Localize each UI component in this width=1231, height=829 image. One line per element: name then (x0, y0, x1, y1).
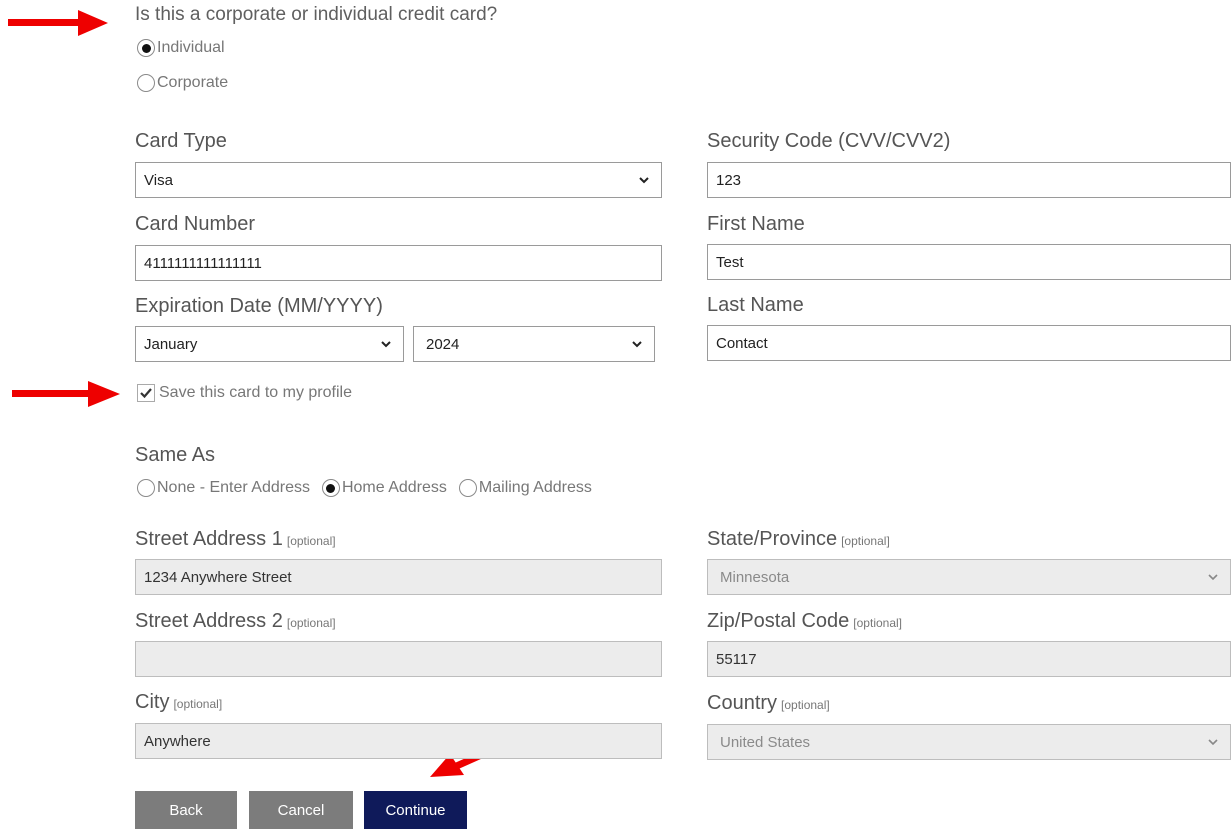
radio-corporate-label: Corporate (157, 74, 229, 91)
state-select[interactable]: Minnesota (707, 559, 1231, 595)
country-label-text: Country (707, 692, 778, 714)
optional-tag: [optional] (853, 616, 902, 630)
exp-year-select[interactable]: 2024 (413, 326, 655, 362)
cvv-label: Security Code (CVV/CVV2) (707, 130, 951, 152)
first-name-label: First Name (707, 213, 805, 235)
city-value: Anywhere (144, 732, 211, 750)
country-value: United States (720, 733, 811, 751)
street2-input[interactable] (135, 641, 662, 677)
last-name-input[interactable]: Contact (707, 325, 1231, 361)
optional-tag: [optional] (286, 616, 336, 630)
street2-label-text: Street Address 2 (135, 610, 283, 632)
zip-value: 55117 (716, 650, 757, 668)
chevron-down-icon (1208, 739, 1218, 746)
card-kind-question: Is this a corporate or individual credit… (135, 4, 498, 25)
zip-label: Zip/Postal Code [optional] (707, 610, 902, 633)
card-type-label: Card Type (135, 130, 227, 152)
street1-value: 1234 Anywhere Street (144, 568, 292, 586)
country-select[interactable]: United States (707, 724, 1231, 760)
chevron-down-icon (1208, 574, 1218, 581)
save-card-label: Save this card to my profile (159, 384, 352, 401)
radio-none-button[interactable] (137, 479, 155, 497)
radio-individual[interactable]: Individual (137, 39, 225, 57)
city-label: City [optional] (135, 691, 222, 714)
radio-corporate-button[interactable] (137, 74, 155, 92)
radio-mailing-label: Mailing Address (478, 479, 592, 496)
optional-tag: [optional] (286, 534, 336, 548)
cvv-value: 123 (716, 171, 742, 189)
zip-label-text: Zip/Postal Code (707, 610, 850, 632)
last-name-label: Last Name (707, 294, 804, 316)
street1-label: Street Address 1 [optional] (135, 528, 336, 551)
radio-individual-button[interactable] (137, 39, 155, 57)
optional-tag: [optional] (173, 697, 223, 711)
card-number-label: Card Number (135, 213, 256, 235)
exp-month-select[interactable]: January (135, 326, 404, 362)
radio-mailing-button[interactable] (458, 479, 477, 497)
radio-none-label: None - Enter Address (157, 479, 310, 496)
street1-input[interactable]: 1234 Anywhere Street (135, 559, 662, 595)
card-type-value: Visa (144, 171, 173, 189)
expiration-label: Expiration Date (MM/YYYY) (135, 295, 383, 317)
city-label-text: City (135, 691, 170, 713)
optional-tag: [optional] (841, 534, 890, 548)
save-card-option[interactable]: Save this card to my profile (137, 384, 352, 402)
chevron-down-icon (381, 341, 391, 348)
cancel-button[interactable]: Cancel (249, 791, 353, 829)
annotation-arrow-save-card (12, 381, 120, 407)
zip-input[interactable]: 55117 (707, 641, 1231, 677)
chevron-down-icon (639, 177, 649, 184)
street2-label: Street Address 2 [optional] (135, 610, 336, 633)
last-name-value: Contact (716, 334, 768, 352)
optional-tag: [optional] (781, 698, 830, 712)
radio-individual-label: Individual (157, 39, 225, 56)
state-label-text: State/Province (707, 528, 838, 550)
annotation-arrow-question (8, 10, 108, 36)
back-button[interactable]: Back (135, 791, 237, 829)
exp-year-value: 2024 (426, 335, 460, 353)
country-label: Country [optional] (707, 692, 830, 715)
radio-home-label: Home Address (341, 479, 447, 496)
exp-month-value: January (144, 335, 198, 353)
card-number-input[interactable]: 4111111111111111 (135, 245, 662, 281)
chevron-down-icon (632, 341, 642, 348)
state-label: State/Province [optional] (707, 528, 890, 551)
first-name-input[interactable]: Test (707, 244, 1231, 280)
continue-button[interactable]: Continue (364, 791, 467, 829)
save-card-checkbox[interactable] (137, 384, 155, 402)
state-value: Minnesota (720, 568, 790, 586)
same-as-options: None - Enter Address Home Address Mailin… (137, 479, 592, 497)
checkmark-icon (140, 388, 152, 399)
city-input[interactable]: Anywhere (135, 723, 662, 759)
same-as-label: Same As (135, 444, 216, 466)
radio-corporate[interactable]: Corporate (137, 74, 228, 92)
radio-home-button[interactable] (321, 479, 340, 497)
first-name-value: Test (716, 253, 744, 271)
card-type-select[interactable]: Visa (135, 162, 662, 198)
cvv-input[interactable]: 123 (707, 162, 1231, 198)
card-number-value: 4111111111111111 (144, 254, 262, 272)
street1-label-text: Street Address 1 (135, 528, 283, 550)
